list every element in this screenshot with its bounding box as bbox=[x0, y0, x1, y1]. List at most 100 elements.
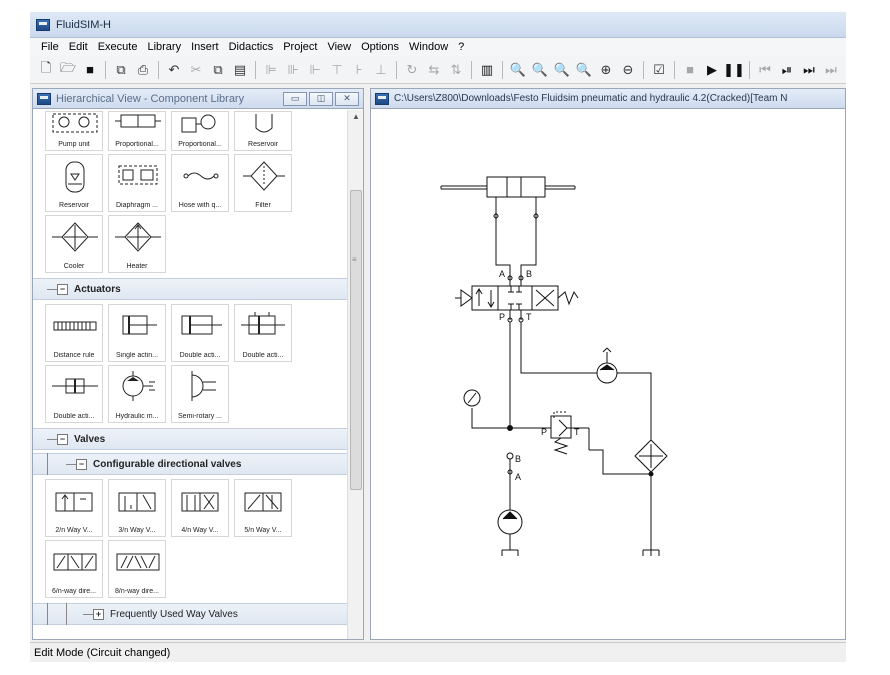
pressure-gauge[interactable] bbox=[463, 389, 481, 407]
print-icon[interactable]: ⎙ bbox=[133, 60, 153, 80]
tree-node-actuators[interactable]: − Actuators bbox=[33, 278, 347, 300]
align-center-icon[interactable]: ⊪ bbox=[283, 60, 303, 80]
check-drawing-icon[interactable]: ☑ bbox=[649, 60, 669, 80]
align-top-icon[interactable]: ⊤ bbox=[327, 60, 347, 80]
hydraulic-motor[interactable] bbox=[596, 347, 618, 384]
undo-icon[interactable]: ↶ bbox=[164, 60, 184, 80]
tree-node-frequent-valves[interactable]: + Frequently Used Way Valves bbox=[33, 603, 347, 625]
menu-help[interactable]: ? bbox=[453, 41, 469, 53]
zoom-fit-icon[interactable]: 🔍 bbox=[552, 60, 572, 80]
component-proportional-valve-1[interactable]: Proportional... bbox=[108, 111, 166, 151]
component-filter[interactable]: Filter bbox=[234, 154, 292, 212]
cut-icon[interactable]: ✂ bbox=[186, 60, 206, 80]
new-file-icon[interactable]: 🗋 bbox=[36, 60, 56, 80]
align-middle-icon[interactable]: ⊦ bbox=[349, 60, 369, 80]
component-hydraulic-motor[interactable]: Hydraulic m... bbox=[108, 365, 166, 423]
menu-didactics[interactable]: Didactics bbox=[224, 41, 279, 53]
component-proportional-valve-2[interactable]: Proportional... bbox=[171, 111, 229, 151]
menu-library[interactable]: Library bbox=[142, 41, 186, 53]
collapse-icon[interactable]: − bbox=[76, 458, 87, 470]
pressure-relief-valve[interactable] bbox=[550, 411, 590, 455]
print-preview-icon[interactable]: ⧉ bbox=[111, 60, 131, 80]
five-way-valve-icon bbox=[244, 492, 282, 512]
menu-window[interactable]: Window bbox=[404, 41, 453, 53]
fluidsim-app-icon bbox=[375, 92, 389, 105]
close-button[interactable]: ✕ bbox=[335, 91, 359, 106]
component-grid-supply-2: Reservoir Diaphragm ... Hose with q... F… bbox=[33, 153, 347, 275]
menu-insert[interactable]: Insert bbox=[186, 41, 224, 53]
component-double-acting-cylinder-3[interactable]: Double acti... bbox=[45, 365, 103, 423]
pause-icon[interactable]: ❚❚ bbox=[723, 60, 745, 80]
play-icon[interactable]: ▶ bbox=[702, 60, 722, 80]
hydraulic-pump[interactable] bbox=[497, 509, 523, 535]
component-reservoir-1[interactable]: Reservoir bbox=[234, 111, 292, 151]
proportional-valve-icon bbox=[115, 114, 161, 128]
component-cooler[interactable]: Cooler bbox=[45, 215, 103, 273]
zoom-window-icon[interactable]: 🔍 bbox=[530, 60, 550, 80]
align-right-icon[interactable]: ⊩ bbox=[305, 60, 325, 80]
diaphragm-icon bbox=[118, 165, 158, 185]
menu-view[interactable]: View bbox=[322, 41, 356, 53]
component-double-acting-cylinder-2[interactable]: Double acti... bbox=[234, 304, 292, 362]
mirror-horizontal-icon[interactable]: ⇆ bbox=[424, 60, 444, 80]
component-label: Single actin... bbox=[115, 352, 159, 359]
menu-execute[interactable]: Execute bbox=[93, 41, 143, 53]
component-pump-unit[interactable]: Pump unit bbox=[45, 111, 103, 151]
tree-node-configurable-valves[interactable]: − Configurable directional valves bbox=[33, 453, 347, 475]
zoom-previous-icon[interactable]: 🔍 bbox=[574, 60, 594, 80]
single-step-icon[interactable]: ⏯ bbox=[777, 60, 797, 80]
save-icon[interactable]: ■ bbox=[80, 60, 100, 80]
menu-options[interactable]: Options bbox=[356, 41, 404, 53]
copy-icon[interactable]: ⧉ bbox=[208, 60, 228, 80]
grid-icon[interactable]: ▥ bbox=[477, 60, 497, 80]
double-acting-cylinder[interactable] bbox=[440, 176, 576, 198]
menu-project[interactable]: Project bbox=[278, 41, 322, 53]
component-5n-way-valve[interactable]: 5/n Way V... bbox=[234, 479, 292, 537]
collapse-icon[interactable]: − bbox=[57, 433, 68, 445]
component-diaphragm[interactable]: Diaphragm ... bbox=[108, 154, 166, 212]
four-way-valve-icon bbox=[181, 492, 219, 512]
mirror-vertical-icon[interactable]: ⇅ bbox=[446, 60, 466, 80]
component-8n-way-valve[interactable]: 8/n-way dire... bbox=[108, 540, 166, 598]
zoom-original-icon[interactable]: 🔍 bbox=[508, 60, 528, 80]
hydraulic-circuit-diagram[interactable]: A B P T P T B A bbox=[371, 110, 846, 640]
step-to-state-icon[interactable]: ⏭ bbox=[821, 60, 841, 80]
component-6n-way-valve[interactable]: 6/n-way dire... bbox=[45, 540, 103, 598]
component-hose-quick-coupling[interactable]: Hose with q... bbox=[171, 154, 229, 212]
open-folder-icon[interactable]: 🗁 bbox=[58, 60, 78, 80]
proportional-pressure-icon bbox=[181, 114, 216, 133]
scroll-up-arrow-icon[interactable]: ▲ bbox=[352, 112, 360, 121]
rotate-icon[interactable]: ↻ bbox=[402, 60, 422, 80]
menu-file[interactable]: File bbox=[36, 41, 64, 53]
component-2n-way-valve[interactable]: 2/n Way V... bbox=[45, 479, 103, 537]
collapse-icon[interactable]: − bbox=[57, 283, 68, 295]
semi-rotary-actuator-icon bbox=[191, 371, 216, 401]
zoom-in-icon[interactable]: ⊕ bbox=[596, 60, 616, 80]
component-distance-rule[interactable]: Distance rule bbox=[45, 304, 103, 362]
expand-icon[interactable]: + bbox=[93, 608, 104, 620]
minimize-button[interactable]: ▭ bbox=[283, 91, 307, 106]
circuit-canvas[interactable]: A B P T P T B A bbox=[371, 110, 846, 640]
align-bottom-icon[interactable]: ⊥ bbox=[371, 60, 391, 80]
component-semi-rotary-actuator[interactable]: Semi-rotary ... bbox=[171, 365, 229, 423]
menu-edit[interactable]: Edit bbox=[64, 41, 93, 53]
component-heater[interactable]: Heater bbox=[108, 215, 166, 273]
component-single-acting-cylinder[interactable]: Single actin... bbox=[108, 304, 166, 362]
directional-valve-4-3[interactable] bbox=[455, 285, 579, 311]
filter[interactable] bbox=[634, 439, 668, 473]
step-to-end-icon[interactable]: ⏭ bbox=[799, 60, 819, 80]
component-3n-way-valve[interactable]: 3/n Way V... bbox=[108, 479, 166, 537]
motor-to-filter-line bbox=[617, 372, 652, 440]
component-4n-way-valve[interactable]: 4/n Way V... bbox=[171, 479, 229, 537]
tree-node-valves[interactable]: − Valves bbox=[33, 428, 347, 450]
scrollbar-thumb[interactable] bbox=[350, 190, 362, 490]
restore-button[interactable]: ◫ bbox=[309, 91, 333, 106]
component-reservoir-2[interactable]: Reservoir bbox=[45, 154, 103, 212]
zoom-out-icon[interactable]: ⊖ bbox=[618, 60, 638, 80]
library-scrollbar[interactable]: ▲ ≡ bbox=[347, 110, 363, 639]
component-double-acting-cylinder-1[interactable]: Double acti... bbox=[171, 304, 229, 362]
align-left-icon[interactable]: ⊫ bbox=[261, 60, 281, 80]
stop-icon[interactable]: ■ bbox=[680, 60, 700, 80]
paste-icon[interactable]: ▤ bbox=[230, 60, 250, 80]
reset-icon[interactable]: ⏮ bbox=[755, 60, 775, 80]
